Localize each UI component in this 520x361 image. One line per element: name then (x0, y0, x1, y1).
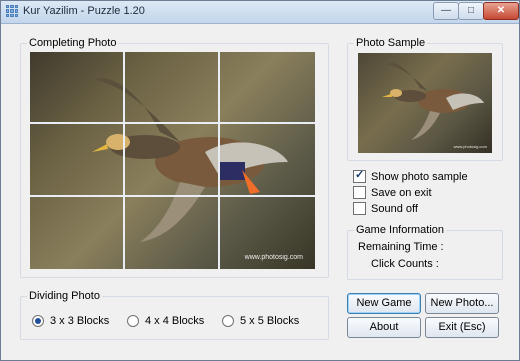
game-info-group: Game Information (347, 224, 503, 280)
maximize-button[interactable]: □ (458, 2, 484, 20)
blocks-4x4-radio[interactable] (127, 314, 139, 327)
completing-photo-label: Completing Photo (27, 37, 119, 49)
game-info-label: Game Information (354, 224, 447, 236)
exit-button[interactable]: Exit (Esc) (425, 317, 499, 338)
puzzle-tile[interactable] (125, 52, 220, 125)
click-counts-label: Click Counts : (371, 258, 439, 270)
puzzle-grid (30, 52, 315, 269)
puzzle-tile[interactable] (30, 52, 125, 125)
show-photo-sample-checkbox[interactable] (353, 168, 366, 183)
sound-off-label: Sound off (371, 202, 418, 215)
sound-off-option[interactable]: Sound off (353, 201, 418, 216)
blocks-4x4-label: 4 x 4 Blocks (145, 314, 205, 327)
puzzle-tile[interactable] (30, 124, 125, 197)
new-photo-button[interactable]: New Photo... (425, 293, 499, 314)
puzzle-tile[interactable] (220, 124, 315, 197)
minimize-icon: — (441, 5, 451, 16)
puzzle-tile[interactable] (30, 196, 125, 269)
save-on-exit-label: Save on exit (371, 186, 432, 199)
dividing-photo-label: Dividing Photo (27, 290, 102, 302)
close-button[interactable]: ✕ (483, 2, 519, 20)
photo-sample-label: Photo Sample (354, 37, 428, 49)
sample-bird (382, 63, 484, 140)
puzzle-board[interactable]: www.photosig.com (30, 52, 315, 269)
blocks-5x5-radio[interactable] (222, 314, 234, 327)
puzzle-tile[interactable] (125, 196, 220, 269)
minimize-button[interactable]: — (433, 2, 459, 20)
puzzle-tile[interactable] (125, 124, 220, 197)
show-photo-sample-option[interactable]: Show photo sample (353, 168, 468, 184)
remaining-time-label: Remaining Time : (358, 241, 444, 253)
title-bar[interactable]: Kur Yazilim - Puzzle 1.20 — □ ✕ (1, 1, 519, 24)
puzzle-tile[interactable] (220, 52, 315, 125)
blocks-4x4-option[interactable]: 4 x 4 Blocks (127, 313, 204, 328)
about-button[interactable]: About (347, 317, 421, 338)
sound-off-checkbox[interactable] (353, 202, 366, 215)
show-photo-sample-label: Show photo sample (371, 170, 468, 183)
app-window: Kur Yazilim - Puzzle 1.20 — □ ✕ Completi… (0, 0, 520, 361)
puzzle-watermark: www.photosig.com (244, 254, 303, 261)
sample-watermark: www.photosig.com (453, 144, 487, 149)
window-title: Kur Yazilim - Puzzle 1.20 (23, 5, 145, 17)
blocks-3x3-label: 3 x 3 Blocks (50, 314, 110, 327)
save-on-exit-checkbox[interactable] (353, 186, 366, 199)
blocks-5x5-option[interactable]: 5 x 5 Blocks (222, 313, 299, 328)
blocks-5x5-label: 5 x 5 Blocks (240, 314, 300, 327)
maximize-icon: □ (467, 5, 475, 16)
sample-photo: www.photosig.com (358, 53, 492, 153)
new-game-button[interactable]: New Game (347, 293, 421, 314)
close-icon: ✕ (496, 5, 506, 16)
grid-icon (6, 5, 18, 17)
blocks-3x3-option[interactable]: 3 x 3 Blocks (32, 313, 109, 328)
blocks-3x3-radio[interactable] (32, 314, 44, 327)
save-on-exit-option[interactable]: Save on exit (353, 185, 432, 200)
